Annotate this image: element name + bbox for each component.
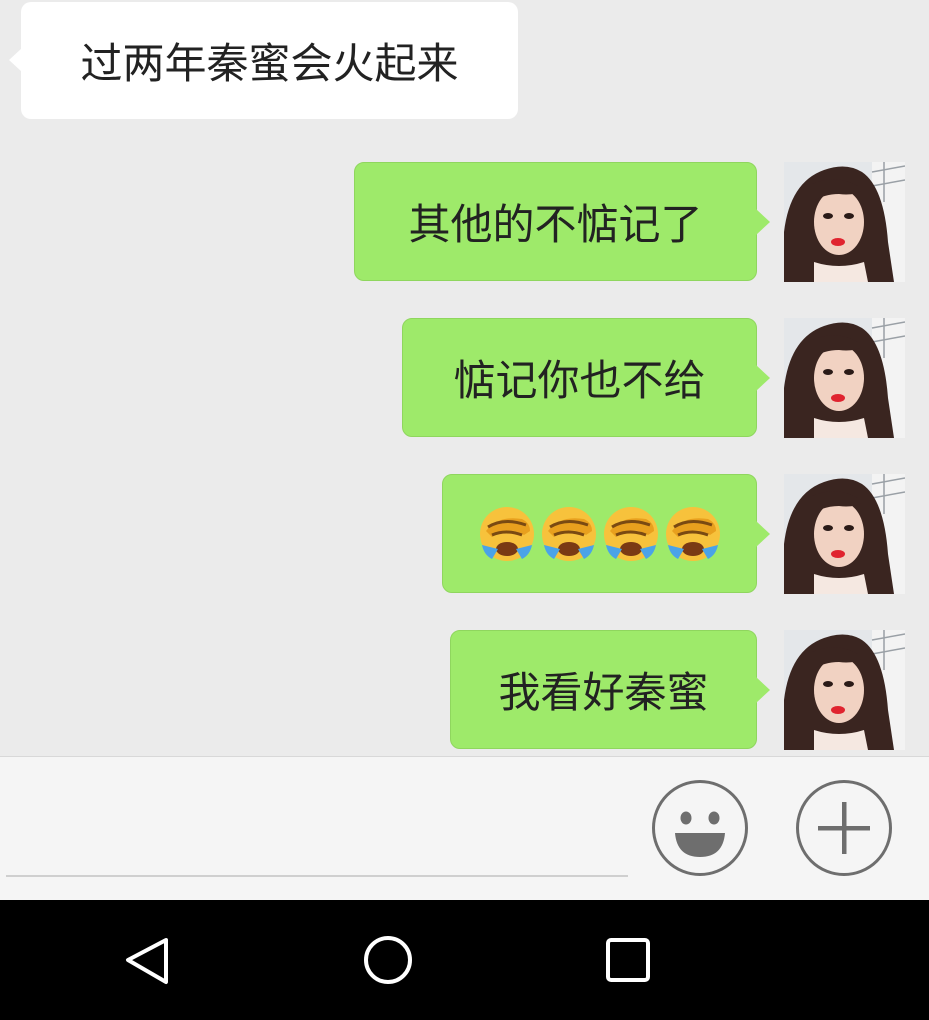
avatar[interactable] (784, 630, 905, 750)
avatar[interactable] (784, 318, 905, 438)
triangle-back-icon (126, 938, 168, 984)
avatar-photo (784, 162, 905, 282)
incoming-message-bubble[interactable]: 过两年秦蜜会火起来 (9, 2, 518, 119)
face-palm-crying-emoji (603, 506, 658, 561)
avatar[interactable] (784, 162, 905, 282)
square-recents-icon (606, 938, 650, 982)
chat-message-list[interactable]: 过两年秦蜜会火起来 其他的不惦记了 惦记你也不给 我看好秦蜜 (0, 0, 929, 756)
emoji-row (478, 505, 722, 563)
avatar-photo (784, 474, 905, 594)
message-text: 其他的不惦记了 (408, 200, 703, 249)
message-text: 过两年秦蜜会火起来 (80, 39, 459, 88)
message-input[interactable] (6, 787, 628, 877)
avatar[interactable] (784, 474, 905, 594)
face-palm-crying-emoji (479, 506, 534, 561)
back-button[interactable] (118, 930, 178, 990)
avatar-photo (784, 318, 905, 438)
circle-home-icon (364, 936, 412, 984)
outgoing-message-bubble[interactable]: 我看好秦蜜 (450, 630, 770, 749)
outgoing-emoji-bubble[interactable] (442, 474, 770, 593)
recents-button[interactable] (598, 930, 658, 990)
home-button[interactable] (358, 930, 418, 990)
face-palm-crying-emoji (541, 506, 596, 561)
outgoing-message-bubble[interactable]: 惦记你也不给 (402, 318, 770, 437)
more-button[interactable] (796, 780, 892, 876)
outgoing-message-bubble[interactable]: 其他的不惦记了 (354, 162, 770, 281)
message-input-bar (0, 756, 929, 900)
smiley-face-icon (675, 811, 725, 857)
face-palm-crying-emoji (665, 506, 720, 561)
message-text: 惦记你也不给 (453, 356, 706, 405)
message-text: 我看好秦蜜 (498, 668, 709, 717)
emoji-button[interactable] (652, 780, 748, 876)
system-navigation-bar (0, 900, 929, 1020)
plus-icon (818, 802, 870, 854)
avatar-photo (784, 630, 905, 750)
